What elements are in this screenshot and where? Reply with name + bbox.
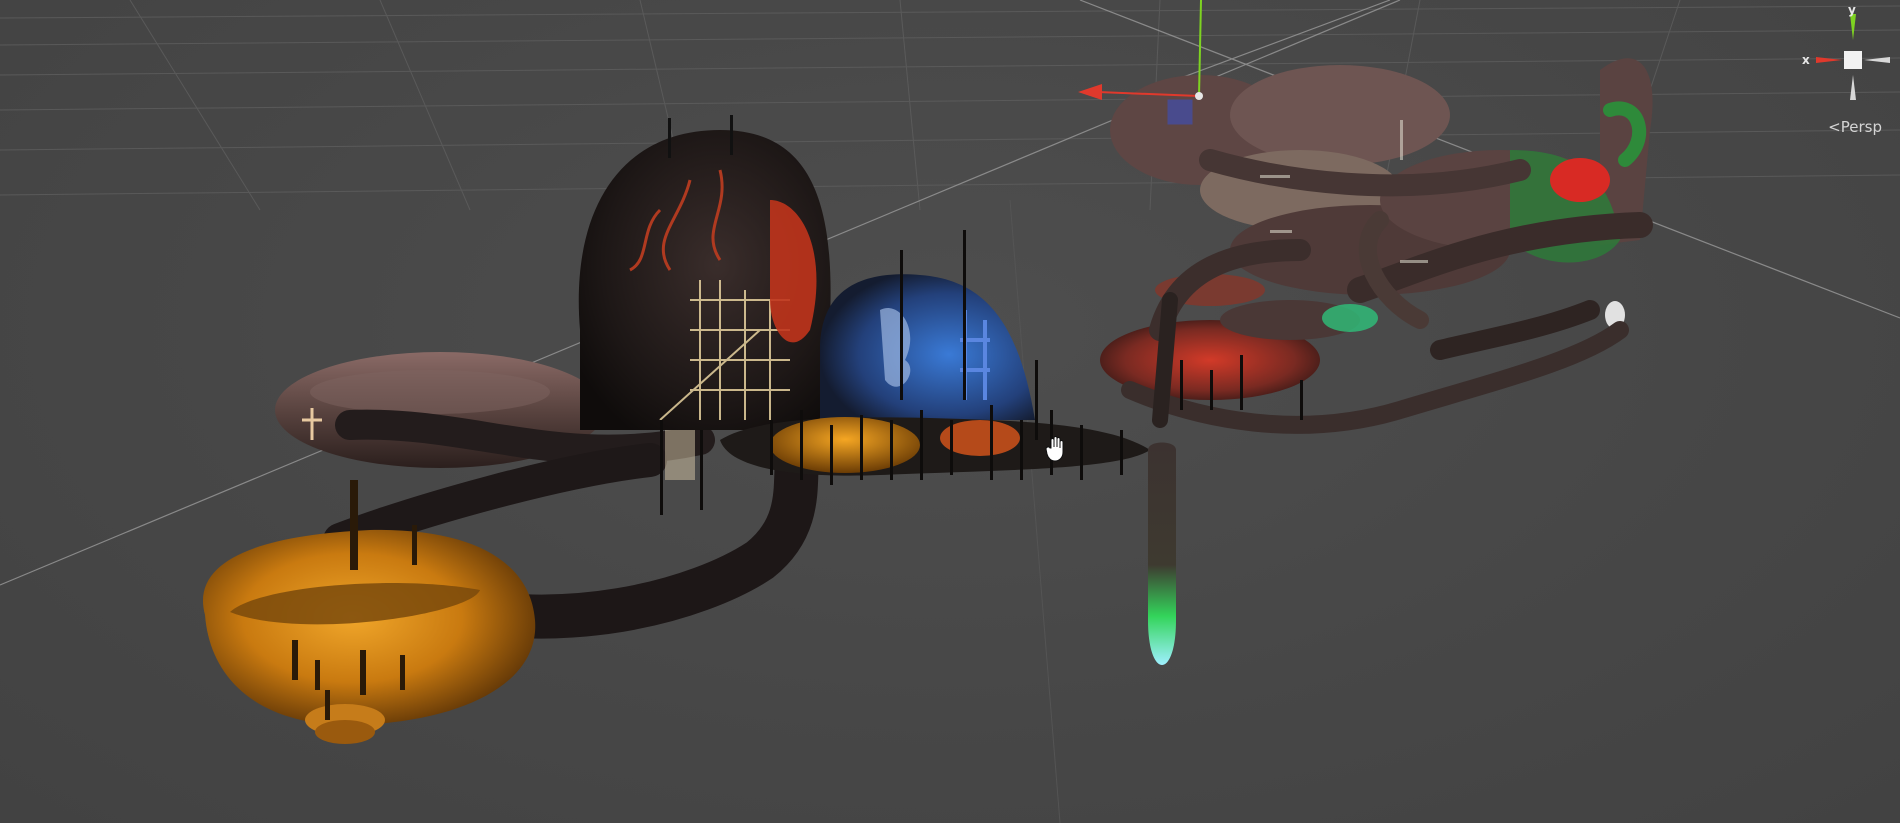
projection-label: Persp — [1840, 118, 1882, 136]
move-plane-handle[interactable] — [1167, 99, 1193, 125]
blue-dome[interactable] — [820, 274, 1035, 420]
gizmo-y-cone[interactable] — [1850, 14, 1856, 40]
orientation-gizmo[interactable]: y x — [1780, 0, 1900, 110]
gizmo-negx-cone[interactable] — [1864, 57, 1890, 63]
green-glow-stalactite[interactable] — [1148, 442, 1176, 666]
gizmo-y-label: y — [1848, 3, 1856, 17]
move-center-handle[interactable] — [1195, 92, 1203, 100]
scene-viewport[interactable]: y x <Persp — [0, 0, 1900, 823]
gizmo-negy-cone[interactable] — [1850, 75, 1856, 100]
projection-toggle[interactable]: <Persp — [1828, 118, 1882, 136]
gizmo-center-cube[interactable] — [1844, 51, 1862, 69]
hand-pan-cursor-icon — [1045, 436, 1064, 462]
perspective-arrow-icon: < — [1828, 118, 1841, 136]
scene-canvas[interactable] — [0, 0, 1900, 823]
dark-dome[interactable] — [578, 115, 831, 430]
gizmo-x-cone[interactable] — [1816, 57, 1842, 63]
gizmo-x-label: x — [1802, 53, 1810, 67]
move-x-arrow-icon[interactable] — [1078, 84, 1102, 100]
